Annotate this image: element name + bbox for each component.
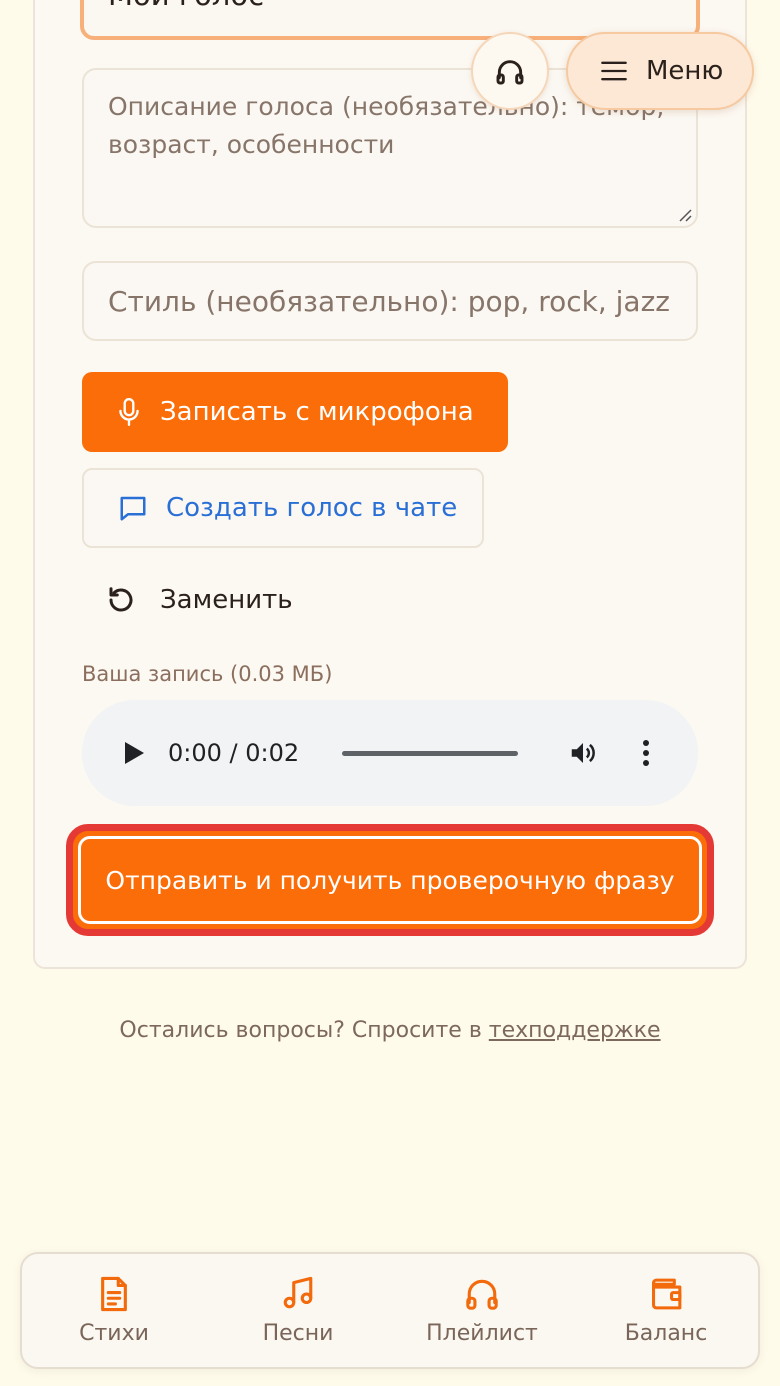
nav-item-poems[interactable]: Стихи <box>22 1254 206 1367</box>
support-hint: Остались вопросы? Спросите в техподдержк… <box>0 1018 780 1043</box>
recording-size-label: Ваша запись (0.03 МБ) <box>82 662 333 686</box>
wallet-icon <box>652 1278 682 1310</box>
resize-grip-icon[interactable] <box>676 206 692 222</box>
bottom-navigation: Стихи Песни Плейлист Баланс <box>20 1252 760 1369</box>
nav-item-poems-label: Стихи <box>79 1321 149 1346</box>
player-time: 0:00 / 0:02 <box>168 739 300 767</box>
replace-recording-button[interactable]: Заменить <box>82 560 382 640</box>
nav-item-songs-label: Песни <box>262 1321 334 1346</box>
music-note-icon <box>283 1276 313 1309</box>
hamburger-icon <box>601 61 627 81</box>
chat-bubble-icon <box>120 496 146 521</box>
more-options-icon[interactable] <box>638 738 654 768</box>
create-voice-in-chat-button[interactable]: Создать голос в чате <box>82 468 484 548</box>
menu-button[interactable]: Меню <box>566 32 754 110</box>
nav-item-songs[interactable]: Песни <box>206 1254 390 1367</box>
nav-item-playlist[interactable]: Плейлист <box>390 1254 574 1367</box>
microphone-icon <box>119 397 139 427</box>
nav-item-balance-label: Баланс <box>624 1321 708 1346</box>
headphones-icon <box>466 1279 498 1310</box>
record-microphone-button[interactable]: Записать с микрофона <box>82 372 508 452</box>
support-link[interactable]: техподдержке <box>489 1018 661 1043</box>
nav-item-playlist-label: Плейлист <box>426 1321 538 1346</box>
headphones-icon <box>496 60 524 85</box>
reset-icon <box>109 587 133 612</box>
audio-player: 0:00 / 0:02 <box>82 700 698 806</box>
voice-name-value: Мой голос <box>108 0 264 12</box>
submit-get-phrase-button[interactable]: Отправить и получить проверочную фразу <box>66 824 714 936</box>
support-hint-text: Остались вопросы? Спросите в <box>119 1018 489 1043</box>
replace-recording-label: Заменить <box>160 585 293 615</box>
menu-label: Меню <box>646 56 724 86</box>
headphones-button[interactable] <box>471 32 549 110</box>
submit-get-phrase-inner: Отправить и получить проверочную фразу <box>78 836 702 924</box>
voice-style-input[interactable]: Стиль (необязательно): pop, rock, jazz <box>82 261 698 341</box>
document-icon <box>101 1276 127 1312</box>
volume-icon[interactable] <box>566 738 600 768</box>
player-progress-track[interactable] <box>342 751 518 756</box>
nav-item-balance[interactable]: Баланс <box>574 1254 758 1367</box>
record-microphone-label: Записать с микрофона <box>160 397 474 427</box>
play-icon[interactable] <box>122 740 146 766</box>
voice-style-placeholder: Стиль (необязательно): pop, rock, jazz <box>108 284 670 318</box>
create-voice-in-chat-label: Создать голос в чате <box>166 493 458 523</box>
submit-get-phrase-label: Отправить и получить проверочную фразу <box>105 865 675 895</box>
